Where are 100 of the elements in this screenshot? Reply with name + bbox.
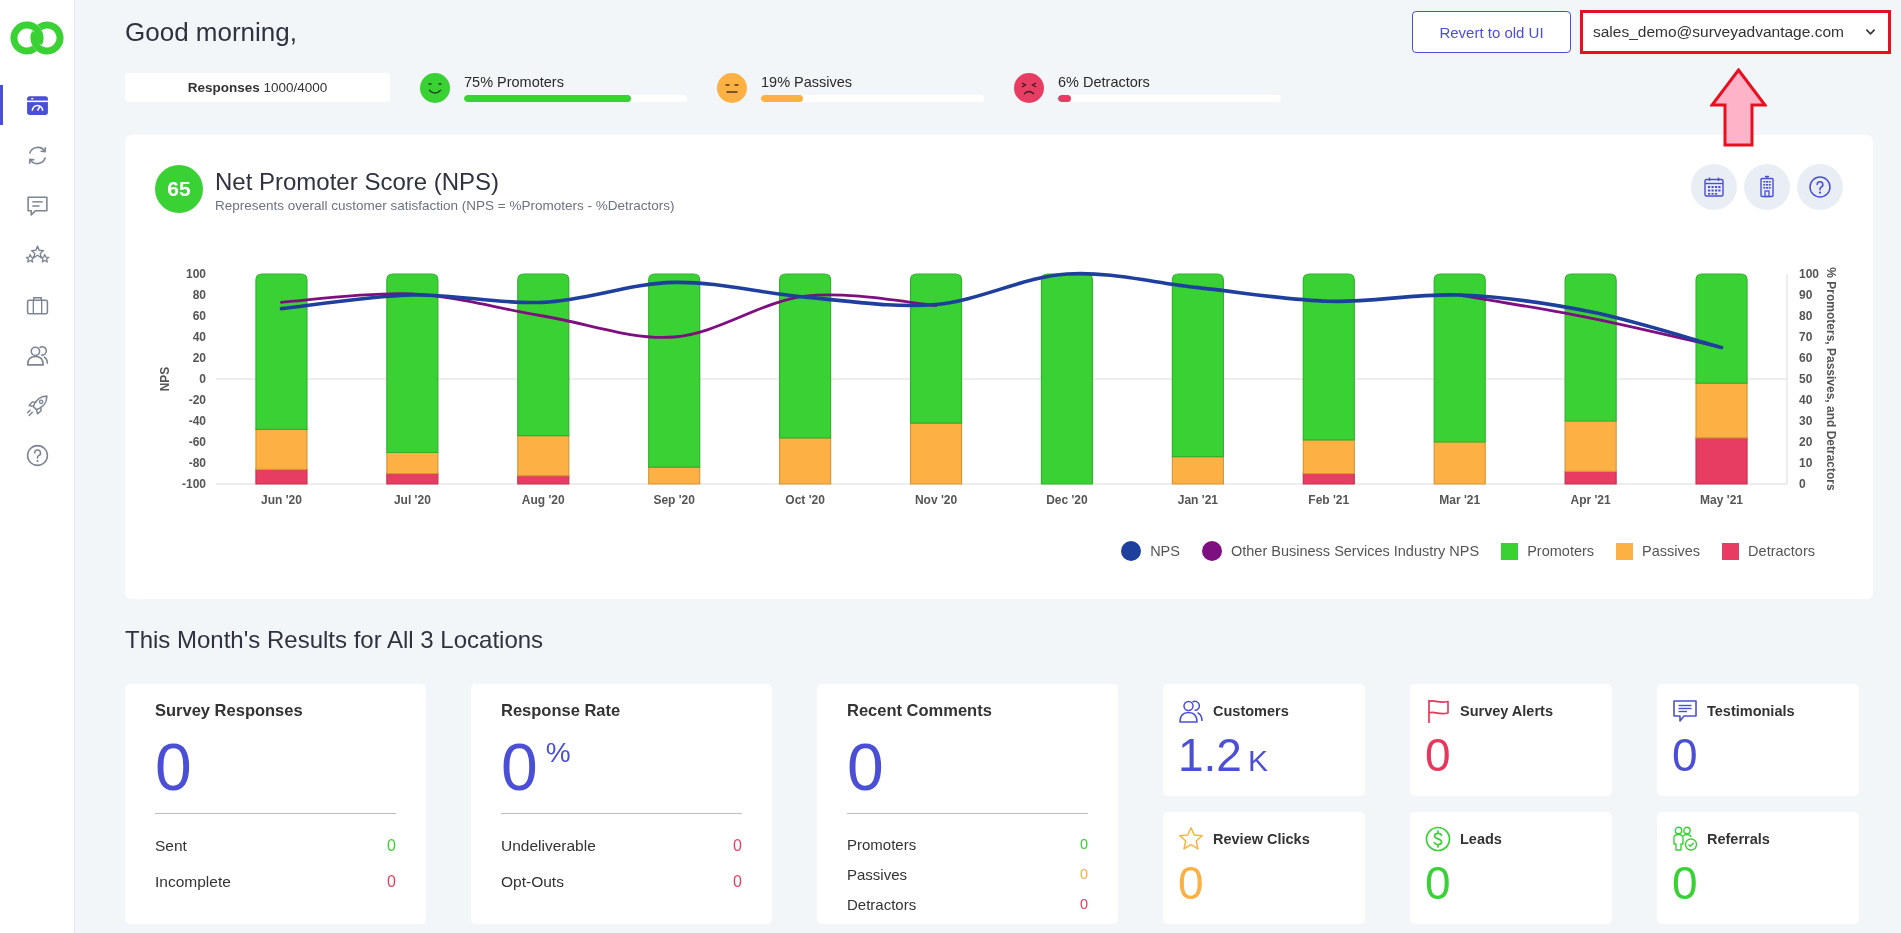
x-axis-label: Jan '21	[1177, 493, 1218, 507]
account-dropdown[interactable]: sales_demo@surveyadvantage.com	[1580, 10, 1891, 54]
calendar-icon	[1702, 175, 1726, 199]
legend-label: NPS	[1150, 543, 1180, 559]
y-axis-label: 30	[1799, 414, 1813, 428]
stat-label: 6% Detractors	[1058, 73, 1151, 91]
metric-label: Sent	[155, 837, 187, 855]
legend-label: Promoters	[1527, 543, 1595, 559]
star-icon	[1178, 826, 1204, 852]
y-axis-label: 20	[1799, 435, 1813, 449]
y-axis-label: 50	[1799, 372, 1813, 386]
metric-count: 0	[1079, 866, 1088, 882]
revert-button[interactable]: Revert to old UI	[1412, 11, 1571, 53]
metric-label: Detractors	[847, 895, 917, 913]
y-axis-label: 80	[1799, 309, 1813, 323]
tile-value: 0	[1178, 856, 1204, 910]
x-axis-label: Dec '20	[1046, 493, 1088, 507]
metric-label: Passives	[847, 865, 908, 883]
people-check-icon	[1672, 826, 1698, 852]
x-axis-label: Jul '20	[393, 493, 431, 507]
metric-value: 0	[501, 734, 538, 800]
y-axis-label: 70	[1799, 330, 1813, 344]
tile-value: 1.2	[1178, 728, 1242, 782]
metric-unit: %	[545, 738, 571, 768]
tile-title: Leads	[1460, 831, 1502, 847]
y-axis-label: 60	[192, 309, 206, 323]
legend-label: Passives	[1642, 543, 1701, 559]
y-axis-label: 0	[1799, 477, 1806, 491]
section-heading: This Month's Results for All 3 Locations	[125, 625, 545, 655]
chevron-down-icon	[1865, 28, 1876, 36]
metric-label: Opt-Outs	[501, 873, 564, 891]
responses-summary: Responses 1000/4000	[125, 73, 390, 102]
rocket-icon	[24, 392, 50, 418]
card-title: Recent Comments	[847, 700, 993, 720]
smiling-face-icon	[420, 72, 450, 103]
legend-label: Other Business Services Industry NPS	[1230, 543, 1480, 559]
y-axis-label: 40	[192, 330, 206, 344]
flag-icon	[1425, 698, 1451, 724]
dollar-icon	[1425, 826, 1451, 852]
x-axis-label: May '21	[1700, 493, 1743, 507]
logo-icon[interactable]	[9, 20, 65, 56]
metric-count: 0	[733, 837, 742, 855]
metric-label: Undeliverable	[501, 837, 596, 855]
help-button[interactable]	[1797, 164, 1843, 210]
tile-title: Referrals	[1707, 831, 1770, 847]
y-axis-label: 90	[1799, 288, 1813, 302]
greeting: Good morning,	[125, 16, 297, 48]
chat-icon	[1672, 698, 1698, 724]
metric-label: Incomplete	[155, 873, 231, 891]
y-axis-label: -60	[188, 435, 206, 449]
neutral-face-icon	[717, 72, 747, 103]
metric-label: Promoters	[847, 835, 917, 853]
frowning-face-icon	[1014, 72, 1044, 103]
y-axis-label: 80	[192, 288, 206, 302]
tile-value: 0	[1425, 856, 1451, 910]
bar-segment	[1695, 437, 1748, 485]
x-axis-label: Jun '20	[261, 493, 302, 507]
metric-value: 0	[847, 734, 884, 800]
x-axis-label: Sep '20	[653, 493, 695, 507]
tile-value: 0	[1672, 856, 1698, 910]
x-axis-label: Feb '21	[1308, 493, 1350, 507]
y-axis-label: 100	[1799, 267, 1820, 281]
y-axis-label: 10	[1799, 456, 1813, 470]
tile-title: Testimonials	[1707, 703, 1795, 719]
y-axis-label: -20	[188, 393, 206, 407]
axis-title: NPS	[158, 366, 172, 392]
metric-count: 0	[1079, 896, 1088, 912]
help-icon	[1808, 175, 1832, 199]
legend-label: Detractors	[1748, 543, 1815, 559]
metric-count: 0	[387, 873, 396, 891]
card-title: Net Promoter Score (NPS)	[215, 168, 501, 196]
y-axis-label: 0	[199, 372, 206, 386]
x-axis-label: Apr '21	[1570, 493, 1611, 507]
y-axis-label: -40	[188, 414, 206, 428]
tile-title: Review Clicks	[1213, 831, 1310, 847]
metric-count: 0	[387, 837, 396, 855]
building-button[interactable]	[1744, 164, 1790, 210]
stat-label: 19% Passives	[761, 73, 854, 91]
card-subtitle: Represents overall customer satisfaction (NPS = %Promoters - %Detractors)	[215, 197, 676, 214]
y-axis-label: 20	[192, 351, 206, 365]
y-axis-label: 100	[185, 267, 206, 281]
y-axis-label: 60	[1799, 351, 1813, 365]
y-axis-label: 40	[1799, 393, 1813, 407]
x-axis-label: Nov '20	[914, 493, 958, 507]
help-icon	[24, 442, 50, 468]
tile-title: Customers	[1213, 703, 1289, 719]
metric-count: 0	[1079, 836, 1088, 852]
calendar-button[interactable]	[1691, 164, 1737, 210]
tile-unit: K	[1247, 744, 1268, 778]
nps-score-badge: 65	[155, 165, 203, 213]
tile-value: 0	[1672, 728, 1698, 782]
x-axis-label: Oct '20	[785, 493, 825, 507]
card-title: Response Rate	[501, 700, 622, 720]
x-axis-label: Mar '21	[1439, 493, 1481, 507]
tile-value: 0	[1425, 728, 1451, 782]
x-axis-label: Aug '20	[521, 493, 565, 507]
axis-title: % Promoters, Passives, and Detractors	[1824, 267, 1838, 491]
card-title: Survey Responses	[155, 700, 304, 720]
metric-value: 0	[155, 734, 192, 800]
stat-label: 75% Promoters	[464, 73, 565, 91]
